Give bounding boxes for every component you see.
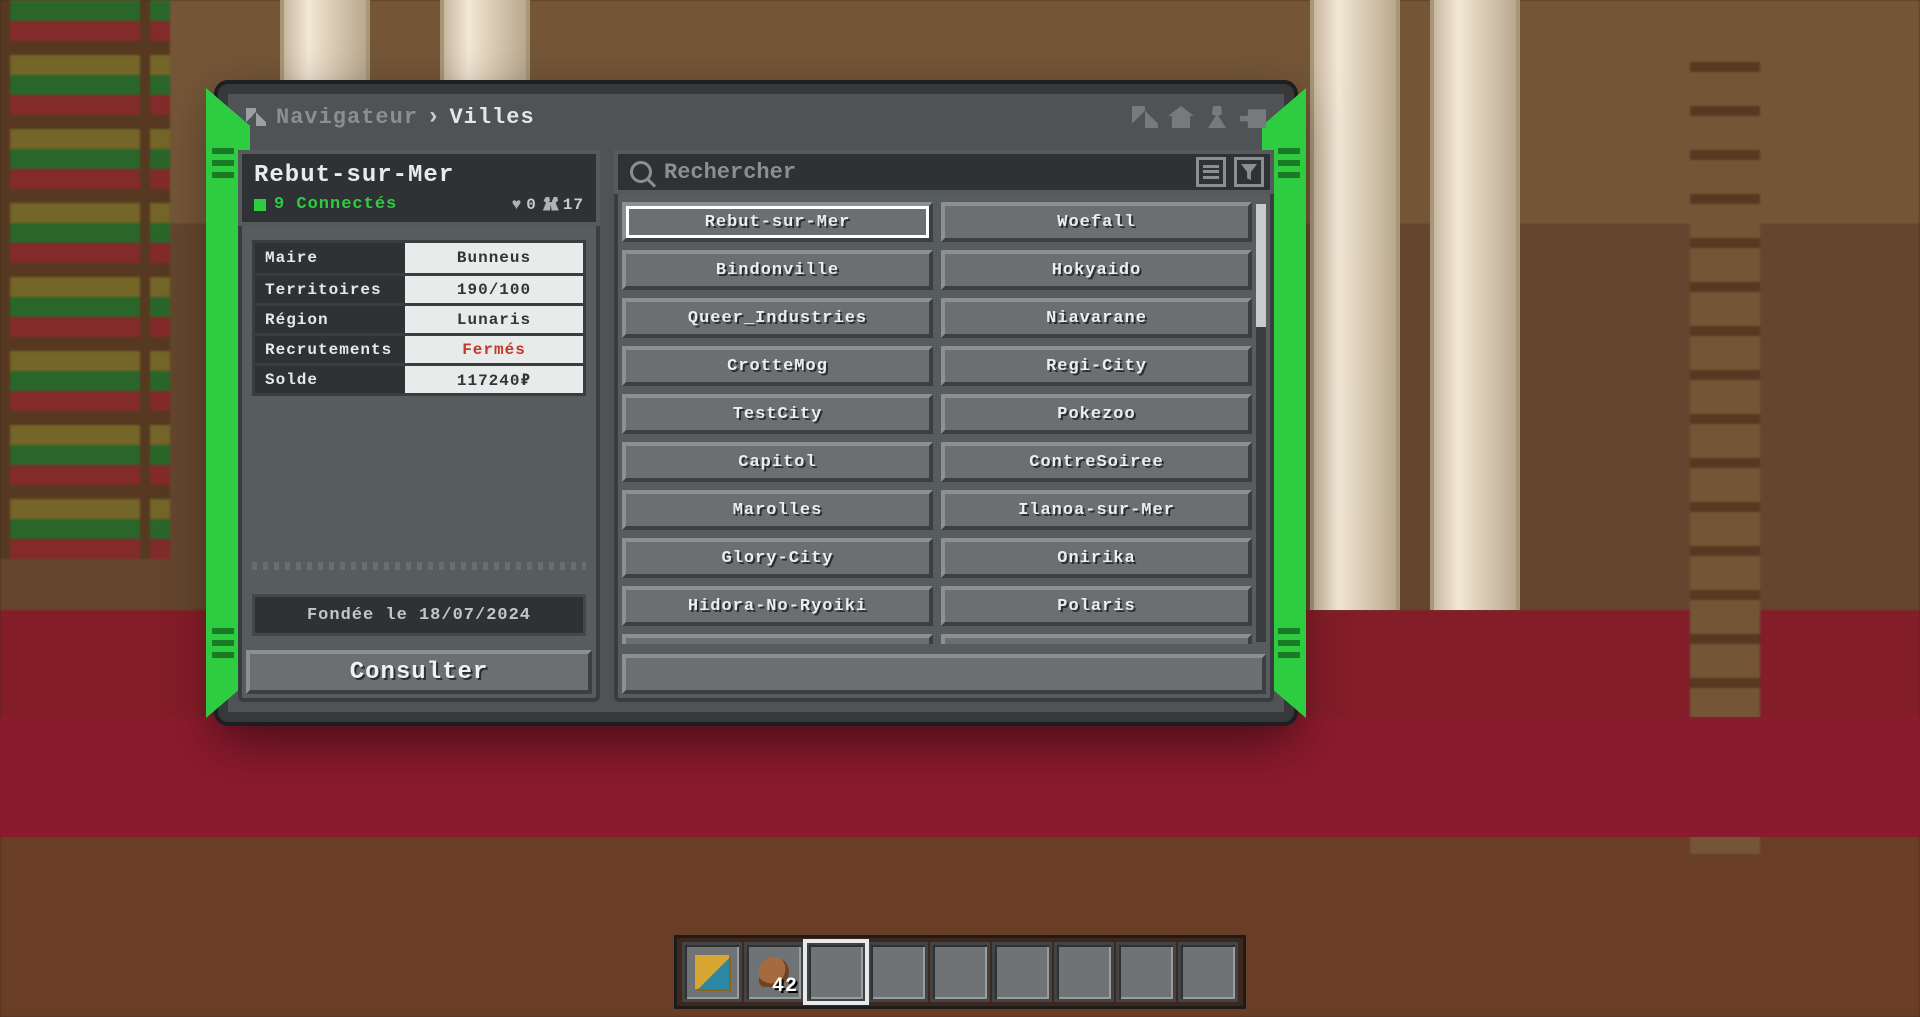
consult-button[interactable]: Consulter xyxy=(246,650,592,694)
stat-value: 117240₽ xyxy=(405,366,583,393)
city-button[interactable]: CrotteMog xyxy=(622,346,933,386)
view-list-button[interactable] xyxy=(1196,157,1226,187)
founded-label: Fondée le 18/07/2024 xyxy=(252,594,586,636)
item-count: 42 xyxy=(772,975,798,998)
chevron-right-icon: › xyxy=(426,104,441,131)
stat-value: 190/100 xyxy=(405,276,583,303)
city-button[interactable]: ContreSoiree xyxy=(941,442,1252,482)
hotbar-slot[interactable] xyxy=(806,942,866,1002)
search-input[interactable] xyxy=(664,160,1188,185)
city-button[interactable]: Pokezoo xyxy=(941,394,1252,434)
hotbar-slot[interactable] xyxy=(930,942,990,1002)
stat-row-balance: Solde 117240₽ xyxy=(255,363,583,393)
city-button[interactable]: Capitol xyxy=(622,442,933,482)
city-button[interactable]: Glory-City xyxy=(622,538,933,578)
scrollbar[interactable] xyxy=(1256,204,1266,642)
hotbar-slot[interactable] xyxy=(992,942,1052,1002)
navigator-tablet: Navigateur › Villes Rebut-sur-Mer 9 Conn… xyxy=(218,84,1294,722)
city-grid: Rebut-sur-MerWoefallBindonvilleHokyaidoQ… xyxy=(622,202,1266,644)
city-button[interactable]: Hokyaido xyxy=(941,250,1252,290)
city-button[interactable]: Onirika xyxy=(941,538,1252,578)
hotbar-slot[interactable] xyxy=(1054,942,1114,1002)
hotbar-slot[interactable] xyxy=(868,942,928,1002)
stat-key: Solde xyxy=(255,366,405,393)
city-button[interactable]: Bindonville xyxy=(622,250,933,290)
stat-row-region: Région Lunaris xyxy=(255,303,583,333)
city-header: Rebut-sur-Mer 9 Connectés 0 17 xyxy=(238,150,600,226)
city-button[interactable]: Marolles xyxy=(622,490,933,530)
city-button[interactable]: Niavarane xyxy=(941,298,1252,338)
stat-value: Fermés xyxy=(405,336,583,363)
city-button[interactable]: Rebut-sur-Mer xyxy=(622,202,933,242)
stat-key: Région xyxy=(255,306,405,333)
hearts-count: 0 xyxy=(512,196,537,214)
nav-user-icon[interactable] xyxy=(1204,106,1230,128)
stat-row-recruitment: Recrutements Fermés xyxy=(255,333,583,363)
stat-key: Recrutements xyxy=(255,336,405,363)
city-button[interactable]: Polaris xyxy=(941,586,1252,626)
city-button[interactable]: Olympia xyxy=(622,634,933,644)
hotbar-slot[interactable] xyxy=(1116,942,1176,1002)
scrollbar-thumb[interactable] xyxy=(1256,204,1266,327)
stat-key: Maire xyxy=(255,243,405,273)
breadcrumb-page: Villes xyxy=(449,105,534,130)
stat-row-territories: Territoires 190/100 xyxy=(255,273,583,303)
bottom-bar xyxy=(622,654,1266,694)
hotbar-slot[interactable] xyxy=(1178,942,1238,1002)
city-name: Rebut-sur-Mer xyxy=(242,154,596,193)
city-stats-table: Maire Bunneus Territoires 190/100 Région… xyxy=(252,240,586,396)
nav-back-icon[interactable] xyxy=(1240,106,1266,128)
members-count: 17 xyxy=(543,196,584,214)
searchbar xyxy=(614,150,1274,194)
city-button[interactable]: Hidora-No-Ryoiki xyxy=(622,586,933,626)
nav-map-icon[interactable] xyxy=(1132,106,1158,128)
stat-row-mayor: Maire Bunneus xyxy=(255,243,583,273)
online-dot-icon xyxy=(254,199,266,211)
breadcrumb-root[interactable]: Navigateur xyxy=(276,105,418,130)
pillar-decor xyxy=(1430,0,1520,610)
book-item-icon xyxy=(695,955,729,989)
city-button[interactable]: Regi-City xyxy=(941,346,1252,386)
filter-button[interactable] xyxy=(1234,157,1264,187)
hotbar: 42 xyxy=(674,935,1246,1009)
hotbar-slot[interactable] xyxy=(682,942,742,1002)
city-button[interactable]: Queer_Industries xyxy=(622,298,933,338)
city-button[interactable]: TestCity xyxy=(622,394,933,434)
pillar-decor xyxy=(1310,0,1400,610)
city-button[interactable]: Woefall xyxy=(941,202,1252,242)
stat-value: Bunneus xyxy=(405,243,583,273)
city-list-panel: Rebut-sur-MerWoefallBindonvilleHokyaidoQ… xyxy=(614,150,1274,702)
titlebar: Navigateur › Villes xyxy=(228,94,1284,140)
nav-home-icon[interactable] xyxy=(1168,106,1194,128)
city-button[interactable]: Eurock xyxy=(941,634,1252,644)
city-button[interactable]: Ilanoa-sur-Mer xyxy=(941,490,1252,530)
map-icon xyxy=(246,108,266,126)
stat-key: Territoires xyxy=(255,276,405,303)
city-detail-panel: Rebut-sur-Mer 9 Connectés 0 17 Maire Bun… xyxy=(238,150,600,702)
carpet-decor xyxy=(0,717,1920,837)
hotbar-slot[interactable]: 42 xyxy=(744,942,804,1002)
divider-dots xyxy=(252,562,586,570)
search-icon xyxy=(630,161,652,183)
stat-value: Lunaris xyxy=(405,306,583,333)
connected-count: 9 Connectés xyxy=(274,195,397,214)
